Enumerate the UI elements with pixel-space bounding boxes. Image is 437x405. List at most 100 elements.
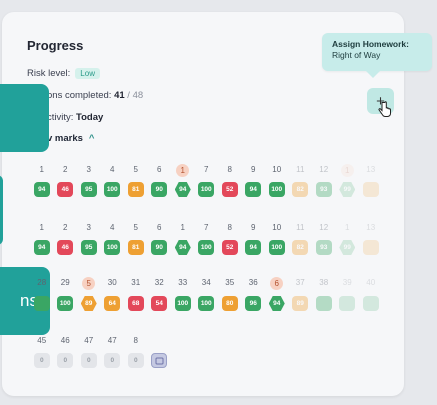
mark-badge[interactable]: 94 <box>33 240 50 255</box>
mark-cell[interactable]: 100 <box>265 182 289 198</box>
mark-cell[interactable] <box>30 296 54 312</box>
mark-badge[interactable]: 99 <box>339 182 356 197</box>
mark-badge[interactable] <box>362 296 379 311</box>
mark-cell[interactable]: 99 <box>336 240 360 256</box>
mark-badge[interactable] <box>33 296 50 311</box>
mark-cell[interactable] <box>359 182 383 198</box>
chevron-up-icon[interactable]: ^ <box>89 133 95 144</box>
mark-cell[interactable]: 94 <box>30 240 54 256</box>
mark-badge[interactable]: 89 <box>292 296 309 311</box>
mark-badge[interactable] <box>362 240 379 255</box>
mark-badge[interactable] <box>315 296 332 311</box>
mark-cell[interactable]: 90 <box>148 182 172 198</box>
mark-cell[interactable]: 82 <box>289 240 313 256</box>
mark-cell[interactable]: 54 <box>148 296 172 312</box>
mark-cell[interactable]: 100 <box>101 182 125 198</box>
mark-badge[interactable]: 80 <box>221 296 238 311</box>
mark-badge[interactable]: 100 <box>174 296 191 311</box>
mark-badge[interactable]: 64 <box>104 296 121 311</box>
mark-badge[interactable]: 52 <box>221 182 238 197</box>
mark-badge[interactable]: 54 <box>151 296 168 311</box>
mark-badge[interactable]: 94 <box>245 240 262 255</box>
mark-cell[interactable]: 89 <box>77 296 101 312</box>
mark-badge[interactable]: 81 <box>127 240 144 255</box>
show-marks-toggle[interactable]: v marks ^ <box>47 133 94 144</box>
mark-cell[interactable]: 89 <box>289 296 313 312</box>
mark-cell[interactable] <box>359 296 383 312</box>
mark-cell[interactable]: 100 <box>54 296 78 312</box>
mark-cell[interactable]: 68 <box>124 296 148 312</box>
mark-badge[interactable]: 82 <box>292 240 309 255</box>
mark-cell[interactable] <box>312 296 336 312</box>
mark-badge[interactable] <box>362 182 379 197</box>
mark-badge[interactable]: 100 <box>198 296 215 311</box>
mark-badge[interactable]: 90 <box>151 182 168 197</box>
mark-badge[interactable]: 0 <box>127 353 144 368</box>
mark-badge[interactable]: 94 <box>33 182 50 197</box>
mark-cell[interactable]: 93 <box>312 182 336 198</box>
mark-badge[interactable]: 52 <box>221 240 238 255</box>
mark-badge[interactable]: 89 <box>80 296 97 311</box>
mark-cell[interactable]: 0 <box>54 353 78 369</box>
mark-cell[interactable] <box>148 353 172 369</box>
mark-badge[interactable]: 94 <box>245 182 262 197</box>
mark-badge[interactable]: 46 <box>57 240 74 255</box>
mark-cell[interactable] <box>359 240 383 256</box>
mark-cell[interactable] <box>336 296 360 312</box>
mark-cell[interactable]: 0 <box>101 353 125 369</box>
mark-badge[interactable]: 95 <box>80 240 97 255</box>
mark-badge[interactable]: 100 <box>104 240 121 255</box>
mark-cell[interactable]: 94 <box>30 182 54 198</box>
mark-badge[interactable]: 81 <box>127 182 144 197</box>
mark-cell[interactable]: 94 <box>265 296 289 312</box>
mark-badge[interactable]: 0 <box>104 353 121 368</box>
mark-badge[interactable]: 93 <box>315 240 332 255</box>
mark-cell[interactable]: 95 <box>77 182 101 198</box>
mark-badge[interactable] <box>339 296 356 311</box>
mark-cell[interactable]: 0 <box>30 353 54 369</box>
mark-cell[interactable]: 0 <box>77 353 101 369</box>
mark-badge[interactable]: 96 <box>245 296 262 311</box>
mark-badge[interactable]: 68 <box>127 296 144 311</box>
mark-badge[interactable]: 100 <box>57 296 74 311</box>
mark-cell[interactable]: 100 <box>171 296 195 312</box>
mark-cell[interactable]: 94 <box>171 182 195 198</box>
mark-badge[interactable]: 100 <box>198 240 215 255</box>
assessment-icon[interactable] <box>151 353 168 368</box>
mark-cell[interactable]: 94 <box>242 240 266 256</box>
mark-cell[interactable]: 95 <box>77 240 101 256</box>
mark-badge[interactable]: 94 <box>174 240 191 255</box>
mark-badge[interactable]: 100 <box>268 182 285 197</box>
mark-badge[interactable]: 0 <box>33 353 50 368</box>
mark-cell[interactable]: 94 <box>242 182 266 198</box>
mark-badge[interactable]: 100 <box>198 182 215 197</box>
mark-cell[interactable]: 46 <box>54 182 78 198</box>
mark-badge[interactable]: 90 <box>151 240 168 255</box>
mark-cell[interactable]: 52 <box>218 182 242 198</box>
mark-cell[interactable]: 100 <box>195 296 219 312</box>
mark-badge[interactable]: 94 <box>268 296 285 311</box>
show-marks-label[interactable]: v marks <box>47 133 83 144</box>
mark-cell[interactable]: 99 <box>336 182 360 198</box>
mark-badge[interactable]: 100 <box>104 182 121 197</box>
mark-cell[interactable]: 46 <box>54 240 78 256</box>
mark-cell[interactable]: 81 <box>124 240 148 256</box>
mark-badge[interactable]: 94 <box>174 182 191 197</box>
mark-cell[interactable]: 100 <box>265 240 289 256</box>
mark-badge[interactable]: 93 <box>315 182 332 197</box>
mark-cell[interactable]: 81 <box>124 182 148 198</box>
mark-badge[interactable]: 0 <box>57 353 74 368</box>
mark-badge[interactable]: 95 <box>80 182 97 197</box>
mark-cell[interactable]: 90 <box>148 240 172 256</box>
mark-badge[interactable]: 0 <box>80 353 97 368</box>
mark-cell[interactable]: 0 <box>124 353 148 369</box>
mark-badge[interactable]: 99 <box>339 240 356 255</box>
mark-cell[interactable]: 100 <box>195 182 219 198</box>
mark-cell[interactable]: 100 <box>195 240 219 256</box>
mark-cell[interactable]: 96 <box>242 296 266 312</box>
mark-cell[interactable]: 93 <box>312 240 336 256</box>
mark-cell[interactable]: 52 <box>218 240 242 256</box>
mark-cell[interactable]: 80 <box>218 296 242 312</box>
mark-cell[interactable]: 100 <box>101 240 125 256</box>
mark-badge[interactable]: 82 <box>292 182 309 197</box>
